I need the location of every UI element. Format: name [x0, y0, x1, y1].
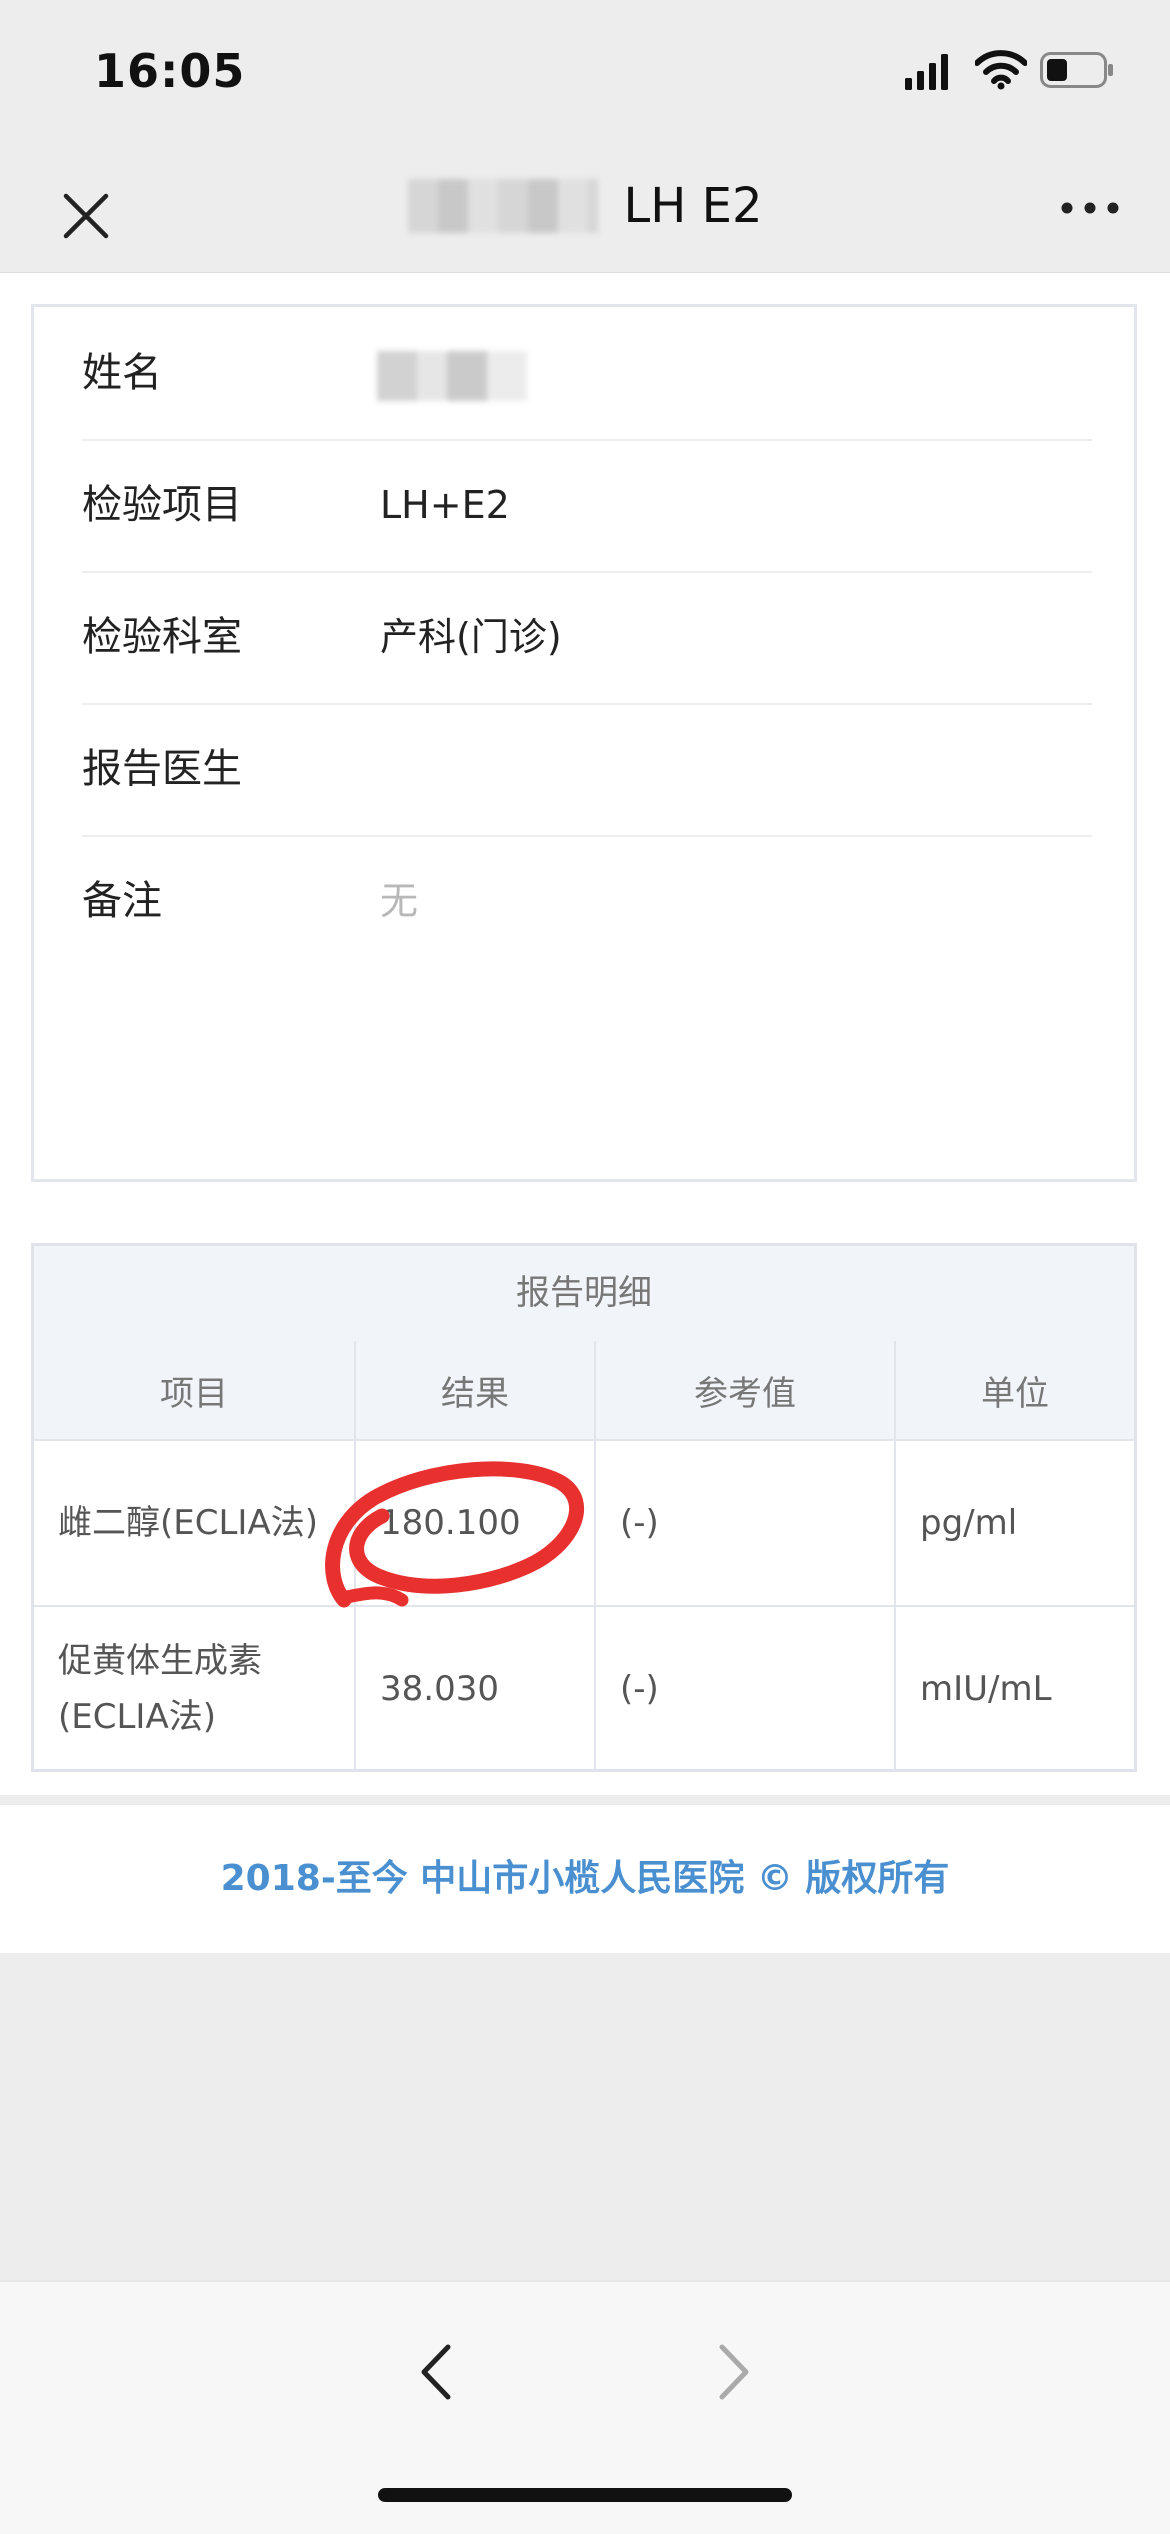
status-time: 16:05: [94, 44, 246, 98]
table-row: 雌二醇(ECLIA法) 180.100 (-) pg/ml: [34, 1440, 1134, 1607]
forward-button[interactable]: [700, 2332, 770, 2412]
info-row-department: 检验科室 产科(门诊): [82, 571, 1092, 705]
column-header-reference: 参考值: [595, 1341, 896, 1441]
info-label: 备注: [82, 878, 162, 924]
chevron-right-icon: [719, 2344, 749, 2400]
info-row-doctor: 报告医生: [82, 703, 1092, 837]
info-row-test-item: 检验项目 LH+E2: [82, 439, 1092, 573]
more-dots-icon: [1061, 202, 1119, 214]
column-header-item: 项目: [34, 1341, 356, 1441]
cell-unit: mIU/mL: [920, 1669, 1052, 1709]
close-icon: [63, 193, 109, 239]
table-row: 促黄体生成素(ECLIA法) 38.030 (-) mIU/mL: [34, 1606, 1134, 1771]
cell-item: 雌二醇(ECLIA法): [34, 1440, 356, 1607]
status-bar: 16:05: [0, 0, 1170, 140]
cellular-signal-icon: [905, 54, 948, 90]
page-title-text: LH E2: [623, 178, 763, 234]
home-indicator: [378, 2488, 792, 2502]
report-detail-card: 报告明细 项目 结果 参考值 单位 雌二醇(ECLIA法) 180.100 (-…: [31, 1243, 1137, 1772]
patient-info-card: 姓名 检验项目 LH+E2 检验科室 产科(门诊) 报告医生 备注 无: [31, 304, 1137, 1182]
info-label: 报告医生: [82, 746, 242, 792]
wifi-icon: [975, 50, 1027, 90]
more-options-button[interactable]: [1050, 180, 1130, 236]
cell-result: 180.100: [355, 1440, 596, 1607]
page-title: LH E2: [0, 140, 1170, 272]
column-header-unit: 单位: [895, 1341, 1134, 1441]
cell-reference: (-): [595, 1606, 896, 1771]
close-button[interactable]: [48, 178, 124, 254]
cell-unit: pg/ml: [895, 1440, 1134, 1607]
footer-copyright: 2018-至今 中山市小榄人民医院 © 版权所有: [220, 1858, 950, 1899]
info-value: 无: [380, 879, 419, 923]
info-value: LH+E2: [380, 483, 510, 527]
info-value: 产科(门诊): [380, 615, 562, 659]
info-row-name: 姓名: [82, 307, 1092, 441]
back-button[interactable]: [400, 2332, 470, 2412]
info-label: 检验项目: [82, 482, 242, 528]
cell-item: 促黄体生成素(ECLIA法): [34, 1606, 356, 1771]
redacted-title-prefix: [407, 179, 598, 233]
redacted-patient-name: [377, 351, 527, 401]
info-label: 检验科室: [82, 614, 242, 660]
cell-reference: (-): [595, 1440, 896, 1607]
info-label: 姓名: [82, 350, 162, 396]
table-header-row: 项目 结果 参考值 单位: [34, 1341, 1134, 1441]
footer: 2018-至今 中山市小榄人民医院 © 版权所有: [0, 1803, 1170, 1955]
info-row-remarks: 备注 无: [82, 835, 1092, 967]
column-header-result: 结果: [355, 1341, 596, 1441]
report-table: 项目 结果 参考值 单位 雌二醇(ECLIA法) 180.100 (-) pg/…: [34, 1341, 1134, 1771]
chevron-left-icon: [421, 2344, 451, 2400]
cell-result: 38.030: [355, 1606, 596, 1771]
bottom-toolbar: [0, 2280, 1170, 2534]
nav-bar: LH E2: [0, 140, 1170, 273]
battery-icon: [1040, 52, 1113, 88]
report-title: 报告明细: [34, 1246, 1134, 1343]
